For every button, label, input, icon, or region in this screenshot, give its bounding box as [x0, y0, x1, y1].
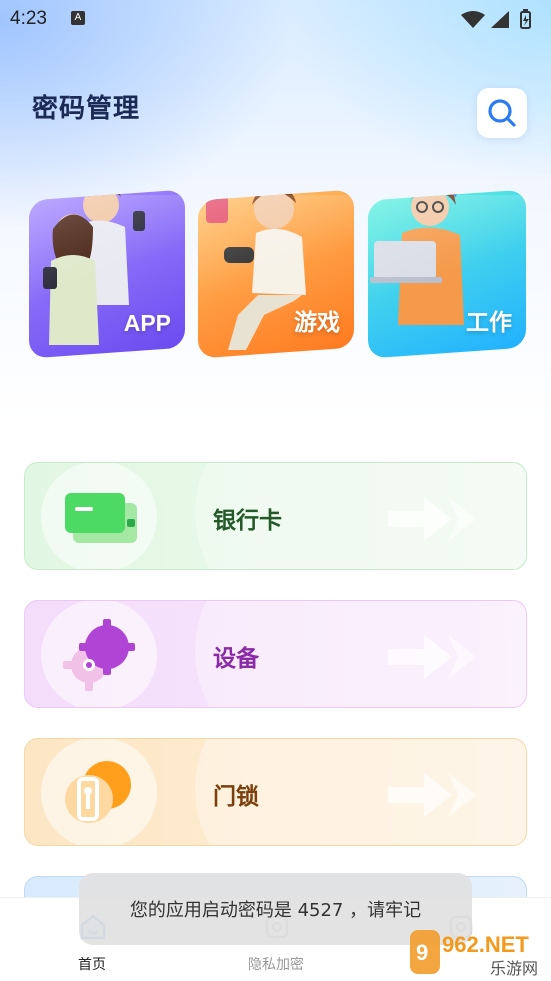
category-label-game: 游戏	[294, 309, 340, 335]
arrow-icon	[388, 773, 476, 817]
list-card-title: 银行卡	[213, 508, 282, 534]
list-card-lock[interactable]: 门锁	[24, 738, 527, 846]
bank-card-icon	[65, 493, 137, 543]
watermark-logo: 9 962.NET 乐游网	[410, 930, 538, 978]
list-card-title: 设备	[213, 646, 259, 672]
status-bar: 4:23 A	[0, 0, 551, 38]
watermark-bottom: 乐游网	[490, 959, 538, 978]
wifi-icon	[461, 11, 485, 28]
watermark-top: 962.NET	[442, 932, 529, 957]
list-card-bank[interactable]: 银行卡	[24, 462, 527, 570]
nav-label-private: 隐私加密	[248, 957, 304, 973]
page-title: 密码管理	[32, 94, 141, 124]
nav-label-home: 首页	[78, 957, 106, 973]
signal-icon	[491, 11, 509, 28]
search-icon	[488, 99, 516, 127]
toast-text: 您的应用启动密码是 4527 ，请牢记	[129, 900, 422, 921]
list-card-title: 门锁	[213, 784, 259, 810]
status-time: 4:23	[10, 8, 47, 29]
category-card-work[interactable]: 工作	[368, 189, 526, 359]
search-button[interactable]	[477, 88, 527, 138]
list-card-device[interactable]: 设备	[24, 600, 527, 708]
arrow-icon	[388, 497, 476, 541]
door-lock-icon	[65, 761, 131, 823]
category-card-game[interactable]: 游戏	[198, 189, 354, 359]
category-label-work: 工作	[466, 309, 512, 335]
svg-text:9: 9	[416, 940, 428, 965]
notification-icon: A	[71, 11, 85, 25]
arrow-icon	[388, 635, 476, 679]
status-icons	[461, 9, 531, 29]
category-label-app: APP	[123, 310, 171, 336]
gear-icon	[63, 619, 135, 691]
category-card-app[interactable]: APP	[29, 189, 185, 359]
